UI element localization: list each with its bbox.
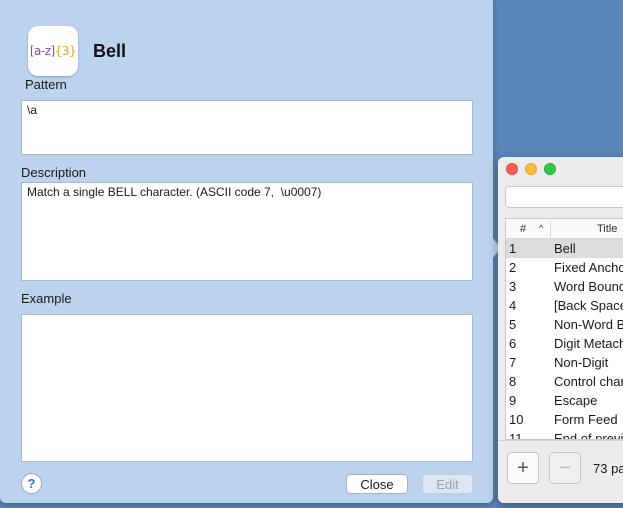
example-label: Example <box>21 291 72 306</box>
row-number: 4 <box>509 298 517 313</box>
pattern-count: 73 patterns <box>593 461 623 476</box>
row-number: 8 <box>509 374 517 389</box>
pattern-popover: [a-z] {3} Bell Pattern \a Description Mat… <box>0 0 493 503</box>
row-number: 5 <box>509 317 517 332</box>
table-row[interactable]: 1 Bell <box>506 239 623 258</box>
table-row[interactable]: 8 Control character <box>506 372 623 391</box>
row-number: 11 <box>509 431 523 440</box>
row-title: Bell <box>554 241 576 256</box>
table-row[interactable]: 4 [Back Space] <box>506 296 623 315</box>
row-title: [Back Space] <box>554 298 623 313</box>
table-row[interactable]: 9 Escape <box>506 391 623 410</box>
row-title: Fixed Anchor <box>554 260 623 275</box>
pattern-label: Pattern <box>25 77 67 92</box>
app-icon-text-brace: {3} <box>54 44 77 58</box>
row-number: 2 <box>509 260 517 275</box>
table-row[interactable]: 5 Non-Word Boundary <box>506 315 623 334</box>
row-number: 7 <box>509 355 517 370</box>
patterns-table: # ^ Title 1 Bell 2 Fixed Anchor 3 Word Boun… <box>505 218 623 440</box>
edit-button[interactable]: Edit <box>422 474 473 494</box>
table-row[interactable]: 10 Form Feed <box>506 410 623 429</box>
close-window-icon[interactable] <box>506 163 518 175</box>
search-input[interactable] <box>505 186 623 208</box>
row-number: 6 <box>509 336 517 351</box>
list-toolbar: + − 73 patterns <box>498 440 623 503</box>
row-number: 10 <box>509 412 524 427</box>
example-field[interactable] <box>21 314 473 462</box>
row-title: Word Boundary <box>554 279 623 294</box>
remove-pattern-button[interactable]: − <box>549 452 581 484</box>
row-number: 1 <box>509 241 517 256</box>
table-header: # ^ Title <box>506 219 623 239</box>
row-number: 3 <box>509 279 517 294</box>
row-title: Control character <box>554 374 623 389</box>
row-title: End of previous match <box>554 431 623 440</box>
row-title: Non-Digit <box>554 355 609 370</box>
row-title: Form Feed <box>554 412 618 427</box>
column-divider <box>550 221 551 237</box>
column-header-title[interactable]: Title <box>597 223 617 235</box>
zoom-window-icon[interactable] <box>544 163 556 175</box>
table-row[interactable]: 7 Non-Digit <box>506 353 623 372</box>
table-row[interactable]: 3 Word Boundary <box>506 277 623 296</box>
app-icon-text-bracket: [a-z] <box>29 44 55 58</box>
description-field[interactable]: Match a single BELL character. (ASCII co… <box>21 182 473 281</box>
row-number: 9 <box>509 393 517 408</box>
pattern-title: Bell <box>93 41 127 61</box>
sort-ascending-icon[interactable]: ^ <box>539 223 543 233</box>
pattern-field[interactable]: \a <box>21 100 473 155</box>
patterns-list-window: # ^ Title 1 Bell 2 Fixed Anchor 3 Word Boun… <box>498 157 623 503</box>
table-row[interactable]: 2 Fixed Anchor <box>506 258 623 277</box>
table-row[interactable]: 6 Digit Metacharacter <box>506 334 623 353</box>
minimize-window-icon[interactable] <box>525 163 537 175</box>
table-row[interactable]: 11 End of previous match <box>506 429 623 440</box>
help-button[interactable]: ? <box>21 473 42 494</box>
description-label: Description <box>21 165 87 180</box>
row-title: Non-Word Boundary <box>554 317 623 332</box>
column-header-number[interactable]: # <box>520 223 526 235</box>
row-title: Escape <box>554 393 598 408</box>
add-pattern-button[interactable]: + <box>507 452 539 484</box>
app-icon: [a-z] {3} <box>28 26 78 76</box>
close-button[interactable]: Close <box>346 474 408 494</box>
row-title: Digit Metacharacter <box>554 336 623 351</box>
